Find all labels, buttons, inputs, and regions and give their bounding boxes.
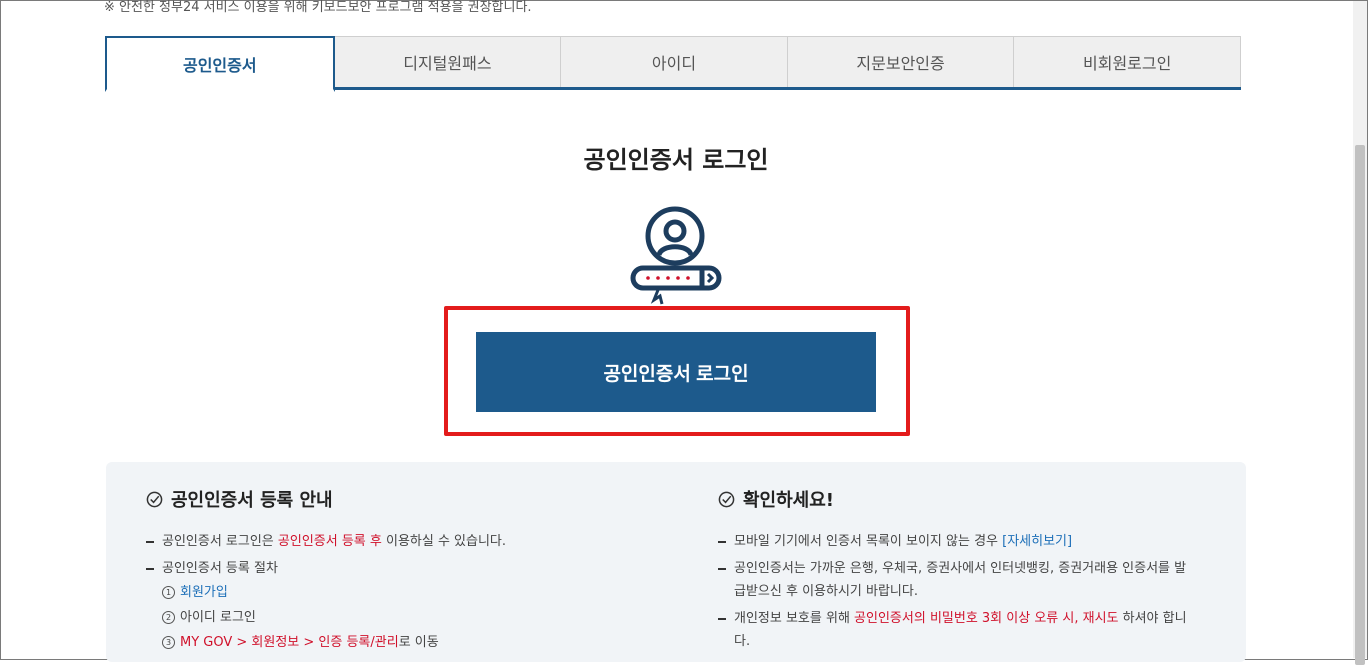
details-link[interactable]: [자세히보기]: [1002, 534, 1072, 549]
check-circle-icon: [718, 491, 735, 507]
step-2: 2 아이디 로그인: [162, 605, 666, 630]
tab-fingerprint[interactable]: 지문보안인증: [787, 36, 1015, 87]
page-title: 공인인증서 로그인: [583, 146, 769, 174]
tab-guest-login[interactable]: 비회원로그인: [1014, 36, 1241, 87]
check-circle-icon: [146, 491, 163, 507]
item-text: 공인인증서 로그인은: [162, 534, 278, 549]
certificate-login-button[interactable]: 공인인증서 로그인: [476, 332, 876, 412]
step-3: 3 MY GOV > 회원정보 > 인증 등록/관리 로 이동: [162, 630, 666, 655]
item-text: 개인정보 보호를 위해: [734, 611, 855, 626]
check-notes: 확인하세요! 모바일 기기에서 인증서 목록이 보이지 않는 경우 [자세히보기…: [718, 486, 1188, 653]
registration-guide-title: 공인인증서 등록 안내: [171, 490, 333, 511]
list-item: 개인정보 보호를 위해 공인인증서의 비밀번호 3회 이상 오류 시, 재시도 …: [718, 607, 1188, 653]
item-emphasis: 공인인증서 등록 후: [277, 534, 382, 549]
list-item: 공인인증서 로그인은 공인인증서 등록 후 이용하실 수 있습니다.: [146, 530, 666, 553]
list-item: 모바일 기기에서 인증서 목록이 보이지 않는 경우 [자세히보기]: [718, 530, 1188, 553]
step-text: 아이디 로그인: [180, 610, 256, 625]
scrollbar-thumb[interactable]: [1355, 145, 1365, 665]
tab-certificate[interactable]: 공인인증서: [105, 36, 335, 92]
security-notice: ※ 안전한 정부24 서비스 이용을 위해 키보드보안 프로그램 적용을 권장합…: [104, 0, 532, 15]
tab-id[interactable]: 아이디: [561, 36, 788, 87]
tab-digital-onepass[interactable]: 디지털원패스: [334, 36, 562, 87]
step-text: 로 이동: [398, 635, 439, 650]
item-text: 이용하실 수 있습니다.: [381, 534, 507, 549]
check-notes-title: 확인하세요!: [743, 490, 835, 511]
scrollbar[interactable]: [1353, 1, 1367, 665]
item-emphasis: 공인인증서의 비밀번호 3회 이상 오류 시, 재시도: [854, 611, 1119, 626]
list-item: 공인인증서 등록 절차: [146, 557, 666, 580]
item-text: 모바일 기기에서 인증서 목록이 보이지 않는 경우: [734, 534, 1003, 549]
registration-guide: 공인인증서 등록 안내 공인인증서 로그인은 공인인증서 등록 후 이용하실 수…: [146, 486, 666, 655]
signup-link[interactable]: 회원가입: [180, 580, 228, 605]
step-emphasis: MY GOV > 회원정보 > 인증 등록/관리: [180, 635, 399, 650]
step-1: 1 회원가입: [162, 580, 666, 605]
step-number: 2: [162, 611, 175, 624]
registration-guide-heading: 공인인증서 등록 안내: [146, 486, 666, 512]
registration-steps: 1 회원가입 2 아이디 로그인 3 MY GOV > 회원정보 > 인증 등록…: [146, 580, 666, 655]
step-number: 1: [162, 586, 175, 599]
certificate-user-icon: [630, 206, 722, 305]
login-tabs: 공인인증서 디지털원패스 아이디 지문보안인증 비회원로그인: [105, 36, 1241, 92]
info-panel: 공인인증서 등록 안내 공인인증서 로그인은 공인인증서 등록 후 이용하실 수…: [106, 462, 1246, 662]
list-item: 공인인증서는 가까운 은행, 우체국, 증권사에서 인터넷뱅킹, 증권거래용 인…: [718, 557, 1188, 603]
step-number: 3: [162, 636, 175, 649]
check-notes-heading: 확인하세요!: [718, 486, 1188, 512]
